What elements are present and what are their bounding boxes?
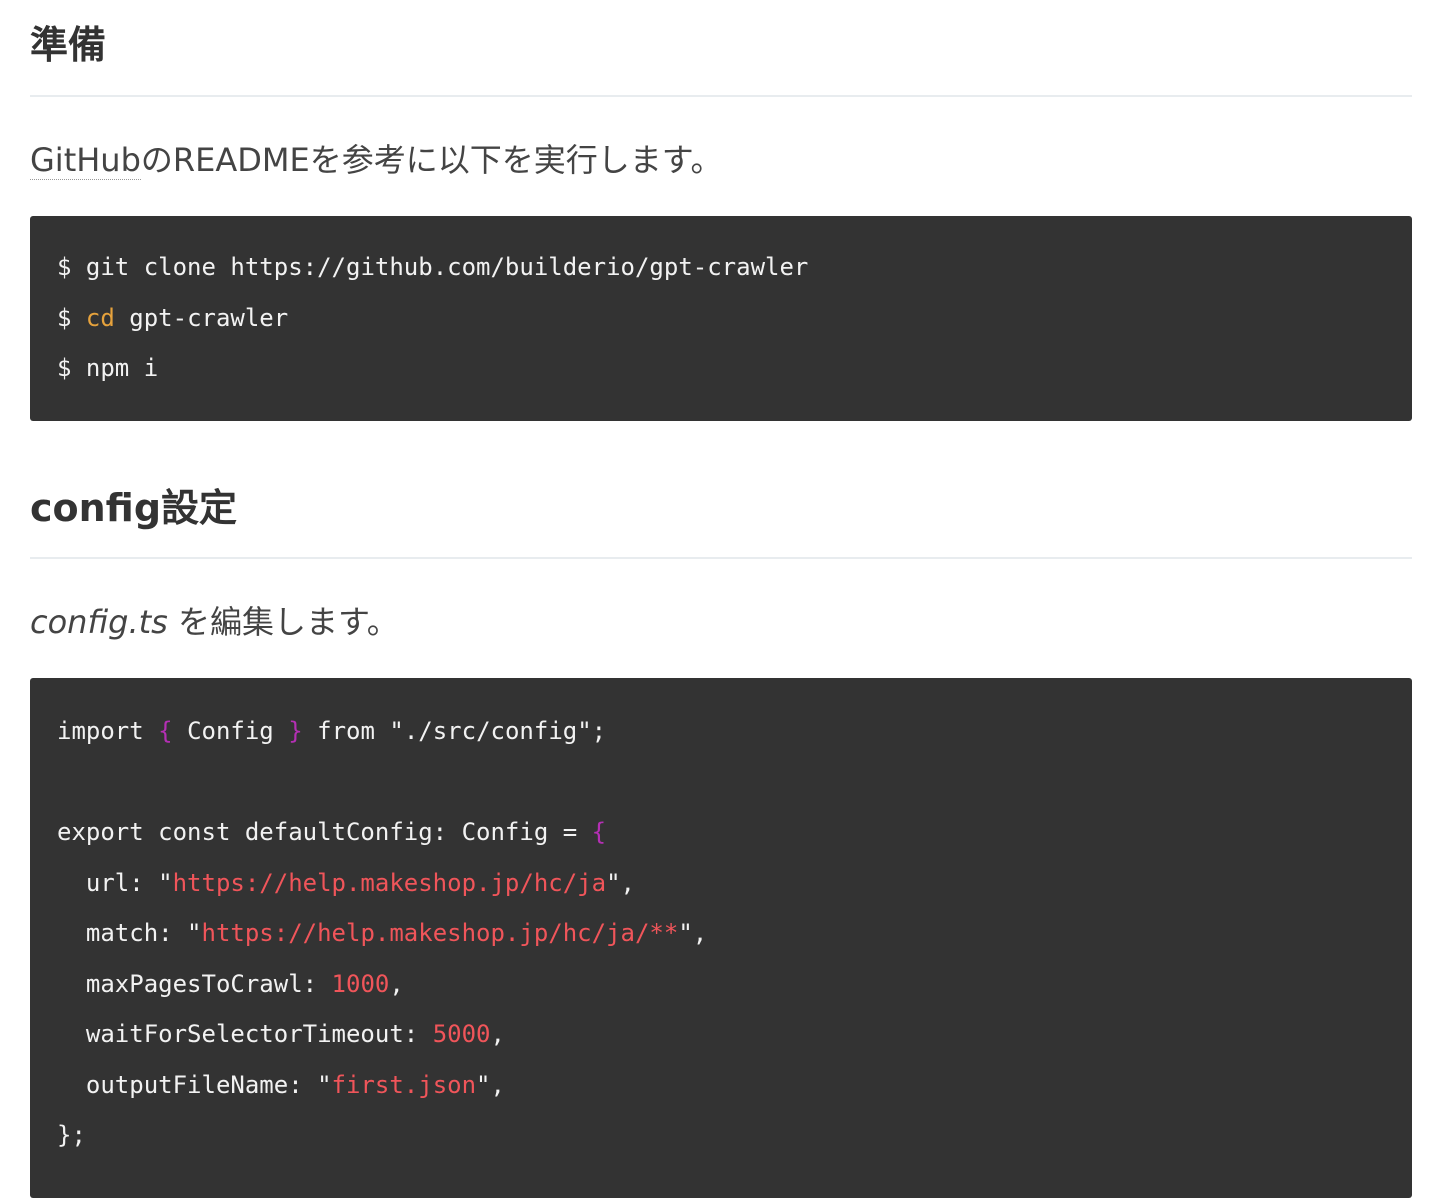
code-line-url: url: "https://help.makeshop.jp/hc/ja", [57,865,1412,916]
code-number: 1000 [331,969,390,998]
shell-command: npm i [85,354,159,382]
code-string: https://help.makeshop.jp/hc/ja/** [201,919,679,947]
code-punct: , [490,1020,505,1048]
code-string: first.json [331,1070,477,1099]
code-brace: { [158,717,173,745]
code-punct: , [389,969,404,998]
code-punct: ", [476,1070,505,1099]
shell-prompt: $ [57,303,72,332]
preparation-paragraph-text: のREADMEを参考に以下を実行します。 [140,141,723,179]
heading-divider [30,95,1412,97]
shell-builtin: cd [85,303,115,332]
config-paragraph-text: を編集します。 [167,603,399,641]
code-line: $ npm i [57,350,1412,401]
github-abbreviation[interactable]: GitHub [30,141,141,180]
code-text: export const defaultConfig: Config = [57,818,592,846]
shell-command: git clone https://github.com/builderio/g… [85,253,809,281]
code-line-output: outputFileName: "first.json", [57,1067,1412,1118]
code-line-max-pages: maxPagesToCrawl: 1000, [57,966,1412,1017]
shell-prompt: $ [57,354,72,382]
code-key: maxPagesToCrawl: [57,969,332,998]
shell-code-block[interactable]: $ git clone https://github.com/builderio… [30,216,1412,421]
shell-command: gpt-crawler [129,303,289,332]
code-identifier: Config [187,717,274,745]
code-line: $ git clone https://github.com/builderio… [57,249,1412,300]
code-brace: } [288,717,303,745]
code-key: waitForSelectorTimeout: [57,1020,433,1048]
code-line-wait-for: waitForSelectorTimeout: 5000, [57,1016,1412,1067]
code-punct: ", [606,868,635,897]
code-brace: { [591,818,607,846]
code-line-import: import { Config } from "./src/config"; [57,713,1412,764]
code-number: 5000 [432,1020,491,1048]
code-key: url: " [57,868,173,897]
typescript-code-block[interactable]: import { Config } from "./src/config"; e… [30,678,1412,1198]
code-keyword: import [57,717,144,745]
section-heading-preparation: 準備 [30,23,107,67]
code-key: outputFileName: " [57,1070,332,1099]
shell-prompt: $ [57,253,72,281]
code-line-close: }; [57,1117,1412,1168]
preparation-paragraph: GitHubのREADMEを参考に以下を実行します。 [30,140,723,180]
section-heading-config: config設定 [30,486,238,530]
code-string: https://help.makeshop.jp/hc/ja [172,868,607,897]
code-punct: ", [678,919,708,947]
config-paragraph: config.ts を編集します。 [30,602,399,642]
code-key: match: " [57,919,202,947]
code-punct: }; [57,1121,86,1149]
code-line: $ cd gpt-crawler [57,300,1412,351]
config-filename: config.ts [30,603,168,641]
code-line-export: export const defaultConfig: Config = { [57,814,1412,865]
code-string: "./src/config"; [389,717,607,745]
code-line-match: match: "https://help.makeshop.jp/hc/ja/*… [57,915,1412,966]
code-keyword: from [317,717,375,745]
heading-divider [30,557,1412,559]
